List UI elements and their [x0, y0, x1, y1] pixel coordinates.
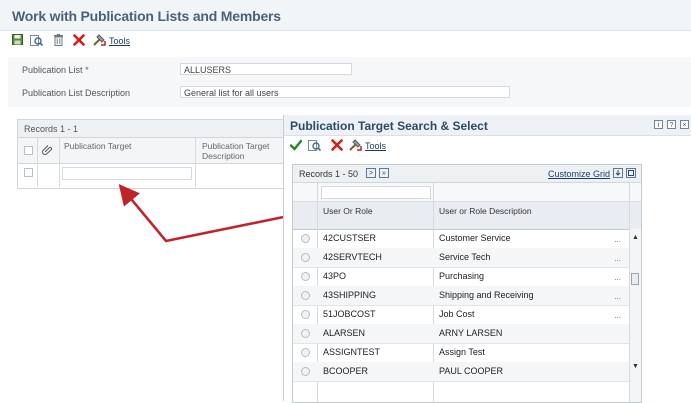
select-check-icon[interactable]: [289, 139, 302, 152]
grid-divider: [629, 183, 630, 229]
row-select-radio[interactable]: [301, 367, 310, 376]
user-or-role-description-cell: Assign Test: [439, 347, 485, 357]
more-info-icon[interactable]: ...: [614, 292, 621, 301]
user-or-role-description-cell: ARNY LARSEN: [439, 328, 503, 338]
user-or-role-cell: ALARSEN: [323, 328, 366, 338]
search-select-popup: Publication Target Search & Select i ? ×…: [283, 115, 691, 403]
row-select-radio[interactable]: [301, 348, 310, 357]
user-or-role-description-cell: Purchasing: [439, 271, 485, 281]
user-or-role-cell: 42SERVTECH: [323, 252, 382, 262]
scroll-down-icon[interactable]: ▼: [632, 363, 639, 370]
table-row[interactable]: ALARSEN ARNY LARSEN: [293, 324, 629, 344]
popup-tools-icon[interactable]: [349, 139, 362, 152]
last-page-icon[interactable]: »: [379, 168, 389, 178]
popup-info-icon[interactable]: i: [654, 120, 663, 129]
user-or-role-cell: ASSIGNTEST: [323, 347, 381, 357]
user-or-role-description-cell: Shipping and Receiving: [439, 290, 534, 300]
popup-find-icon[interactable]: [308, 139, 322, 152]
row-select-radio[interactable]: [301, 234, 310, 243]
maximize-grid-icon[interactable]: [626, 168, 636, 178]
row-select-radio[interactable]: [301, 310, 310, 319]
row-select-radio[interactable]: [301, 253, 310, 262]
column-user-or-role[interactable]: User Or Role: [323, 206, 373, 216]
more-info-icon[interactable]: ...: [614, 273, 621, 282]
popup-title-bar: Publication Target Search & Select i ? ×: [284, 115, 691, 136]
results-grid-header: Records 1 - 50 > » Customize Grid: [293, 165, 641, 183]
results-grid-columns: User Or Role User or Role Description: [293, 202, 641, 230]
more-info-icon[interactable]: ...: [614, 235, 621, 244]
table-row[interactable]: 42CUSTSER Customer Service...: [293, 229, 629, 249]
scroll-up-icon[interactable]: ▲: [632, 234, 639, 241]
popup-close-icon[interactable]: ×: [680, 120, 689, 129]
export-icon[interactable]: [613, 168, 623, 178]
next-page-icon[interactable]: >: [366, 168, 376, 178]
scroll-thumb[interactable]: [631, 273, 639, 285]
user-or-role-description-cell: Service Tech: [439, 252, 491, 262]
row-select-radio[interactable]: [301, 272, 310, 281]
results-records-count: Records 1 - 50: [299, 169, 359, 179]
search-results-grid: Records 1 - 50 > » Customize Grid User O…: [292, 164, 642, 403]
user-or-role-cell: 51JOBCOST: [323, 309, 376, 319]
user-or-role-description-cell: Customer Service: [439, 233, 511, 243]
results-scrollbar[interactable]: ▲ ▼: [629, 229, 641, 402]
user-or-role-description-cell: Job Cost: [439, 309, 475, 319]
popup-cancel-icon[interactable]: [330, 139, 343, 152]
table-row[interactable]: 51JOBCOST Job Cost...: [293, 305, 629, 325]
table-row[interactable]: 43SHIPPING Shipping and Receiving...: [293, 286, 629, 306]
user-or-role-cell: 42CUSTSER: [323, 233, 377, 243]
more-info-icon[interactable]: ...: [614, 311, 621, 320]
user-or-role-filter-input[interactable]: [321, 186, 431, 199]
column-user-or-role-description[interactable]: User or Role Description: [439, 206, 549, 216]
table-row[interactable]: 42SERVTECH Service Tech...: [293, 248, 629, 268]
popup-toolbar: Tools: [284, 136, 691, 155]
popup-tools-menu[interactable]: Tools: [365, 141, 386, 151]
row-select-radio[interactable]: [301, 329, 310, 338]
query-by-example-row: [293, 183, 641, 202]
table-row[interactable]: ASSIGNTEST Assign Test: [293, 343, 629, 363]
table-row[interactable]: BCOOPER PAUL COOPER: [293, 362, 629, 382]
row-select-radio[interactable]: [301, 291, 310, 300]
popup-help-icon[interactable]: ?: [667, 120, 676, 129]
popup-title: Publication Target Search & Select: [290, 119, 488, 133]
popup-tools-label: Tools: [365, 141, 387, 151]
table-row[interactable]: 43PO Purchasing...: [293, 267, 629, 287]
more-info-icon[interactable]: ...: [614, 254, 621, 263]
user-or-role-cell: BCOOPER: [323, 366, 369, 376]
user-or-role-cell: 43PO: [323, 271, 347, 281]
user-or-role-cell: 43SHIPPING: [323, 290, 377, 300]
customize-grid-link[interactable]: Customize Grid: [548, 169, 610, 179]
user-or-role-description-cell: PAUL COOPER: [439, 366, 504, 376]
